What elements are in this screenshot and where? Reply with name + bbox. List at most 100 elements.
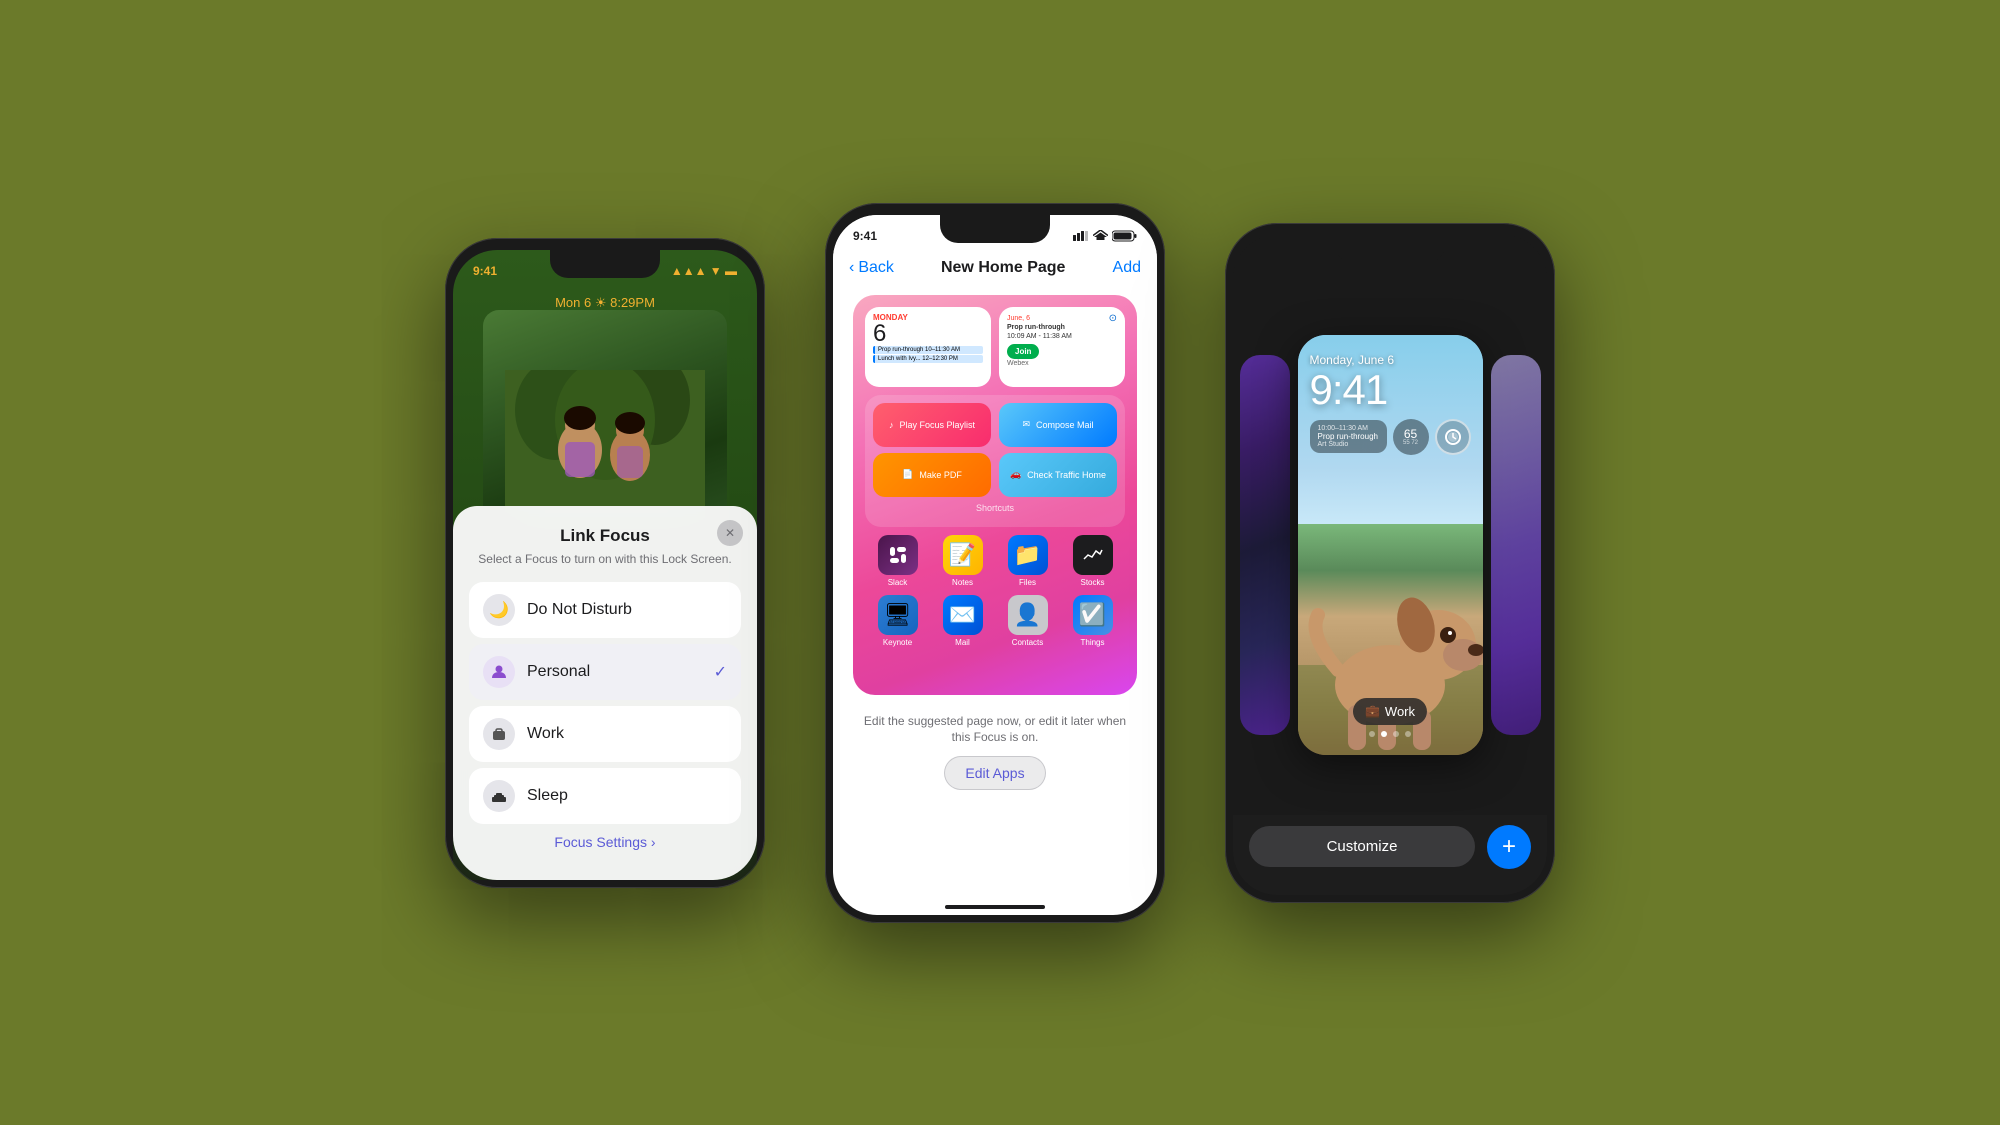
focus-item-sleep[interactable]: Sleep [469,768,741,824]
lock-event-name: Prop run-through [1318,432,1379,441]
lock-event-time: 10:00–11:30 AM [1318,425,1379,432]
webex-join-button[interactable]: Join [1007,344,1039,359]
briefcase-icon: 💼 [1365,704,1380,718]
focus-label-work: Work [527,725,727,743]
focus-item-personal[interactable]: Personal ✓ [469,644,741,700]
page-dots [1369,731,1411,737]
shortcut-traffic-btn[interactable]: 🚗 Check Traffic Home [999,453,1117,497]
lock-date: Monday, June 6 [1310,353,1471,367]
traffic-icon: 🚗 [1010,469,1021,480]
webex-date: June, 6 [1007,315,1030,322]
pdf-label: Make PDF [919,470,962,480]
back-chevron: ‹ [849,259,854,277]
calendar-widget: MONDAY 6 Prop run-through 10–11:30 AM Lu… [865,307,991,387]
phone1-screen: 9:41 ▲▲▲ ▼ ▬ Mon 6 ☀ 8:29PM 9:41 [453,250,757,880]
edit-apps-button[interactable]: Edit Apps [944,756,1045,790]
stocks-label: Stocks [1080,578,1104,587]
dot-2-active [1381,731,1387,737]
modal-title: Link Focus [469,526,741,546]
webex-widget: June, 6 ⊙ Prop run-through 10:09 AM - 11… [999,307,1125,387]
app-mail[interactable]: ✉️ Mail [943,595,983,647]
phone2-status-time: 9:41 [853,229,877,243]
girls-photo [483,310,727,530]
temp-num: 65 [1404,428,1417,440]
phone3: PHOTO [1225,223,1555,903]
mail-icon: ✉ [1022,419,1030,430]
phone2: 9:41 ‹ Back New Home Page Add [825,203,1165,923]
shortcut-pdf-btn[interactable]: 📄 Make PDF [873,453,991,497]
app-slack[interactable]: Slack [878,535,918,587]
phone1-status-icons: ▲▲▲ ▼ ▬ [671,264,737,278]
app-things[interactable]: ☑️ Things [1073,595,1113,647]
wallpaper-right[interactable] [1491,355,1541,735]
back-button[interactable]: ‹ Back [849,259,894,277]
stocks-icon [1073,535,1113,575]
modal-close-button[interactable]: ✕ [717,520,743,546]
slack-icon [878,535,918,575]
music-label: Play Focus Playlist [899,420,975,430]
things-icon: ☑️ [1073,595,1113,635]
app-contacts[interactable]: 👤 Contacts [1008,595,1048,647]
slack-label: Slack [888,578,908,587]
personal-icon [483,656,515,688]
shortcut-mail-btn[interactable]: ✉ Compose Mail [999,403,1117,447]
mail-label: Compose Mail [1036,420,1094,430]
apps-row-2: 🖥 Keynote ✉️ Mail 👤 Contacts ☑️ Things [865,595,1125,647]
phone1-date: Mon 6 ☀ 8:29PM [453,285,757,311]
mail-label-app: Mail [955,638,970,647]
customize-button[interactable]: Customize [1249,826,1475,867]
focus-item-dnd[interactable]: 🌙 Do Not Disturb [469,582,741,638]
files-label: Files [1019,578,1036,587]
lock-widget-activity [1435,419,1471,455]
add-button[interactable]: Add [1113,259,1141,277]
work-icon [483,718,515,750]
mail-app-icon: ✉️ [943,595,983,635]
music-icon: ♪ [889,420,894,430]
focus-settings-chevron: › [651,834,656,850]
moon-icon: 🌙 [483,594,515,626]
dot-4 [1405,731,1411,737]
work-focus-badge: 💼 Work [1353,698,1427,725]
temp-sub: 55 72 [1403,440,1418,446]
shortcuts-label: Shortcuts [873,503,1117,513]
work-badge-label: Work [1385,704,1415,719]
phone1-notch [550,250,660,278]
cal-event-2: Lunch with Ivy... 12–12:30 PM [873,355,983,363]
contacts-icon: 👤 [1008,595,1048,635]
app-keynote[interactable]: 🖥 Keynote [878,595,918,647]
webex-icon: ⊙ [1109,313,1117,324]
phones-container: 9:41 ▲▲▲ ▼ ▬ Mon 6 ☀ 8:29PM 9:41 [0,0,2000,1125]
apps-row-1: Slack 📝 Notes 📁 Files [865,535,1125,587]
app-notes[interactable]: 📝 Notes [943,535,983,587]
wallpaper-main[interactable]: Monday, June 6 9:41 10:00–11:30 AM Prop … [1298,335,1483,755]
lock-widget-temp: 65 55 72 [1393,419,1429,455]
phone1-status-time: 9:41 [473,264,497,278]
wallpaper-carousel: Monday, June 6 9:41 10:00–11:30 AM Prop … [1233,275,1547,815]
phone3-screen: PHOTO [1233,235,1547,895]
focus-settings-link[interactable]: Focus Settings › [469,834,741,850]
link-focus-modal: ✕ Link Focus Select a Focus to turn on w… [453,506,757,880]
add-lockscreen-button[interactable]: + [1487,825,1531,869]
shortcut-row-2: 📄 Make PDF 🚗 Check Traffic Home [873,453,1117,497]
back-label: Back [858,259,894,277]
lock-event-place: Art Studio [1318,441,1379,448]
phone3-bottom-bar: Customize + [1233,815,1547,895]
app-stocks[interactable]: Stocks [1073,535,1113,587]
sleep-icon [483,780,515,812]
shortcut-music-btn[interactable]: ♪ Play Focus Playlist [873,403,991,447]
lock-time: 9:41 [1310,369,1471,411]
wallpaper-left[interactable] [1240,355,1290,735]
app-files[interactable]: 📁 Files [1008,535,1048,587]
widget-row-1: MONDAY 6 Prop run-through 10–11:30 AM Lu… [865,307,1125,387]
webex-header: June, 6 ⊙ [1007,313,1117,324]
phone2-footer: Edit the suggested page now, or edit it … [833,703,1157,801]
dot-1 [1369,731,1375,737]
pdf-icon: 📄 [902,469,913,480]
focus-item-work[interactable]: Work [469,706,741,762]
phone2-status-icons [1073,230,1137,242]
files-icon: 📁 [1008,535,1048,575]
modal-subtitle: Select a Focus to turn on with this Lock… [469,552,741,566]
lock-widgets: 10:00–11:30 AM Prop run-through Art Stud… [1310,419,1471,455]
focus-label-sleep: Sleep [527,787,727,805]
personal-check-icon: ✓ [714,662,727,682]
